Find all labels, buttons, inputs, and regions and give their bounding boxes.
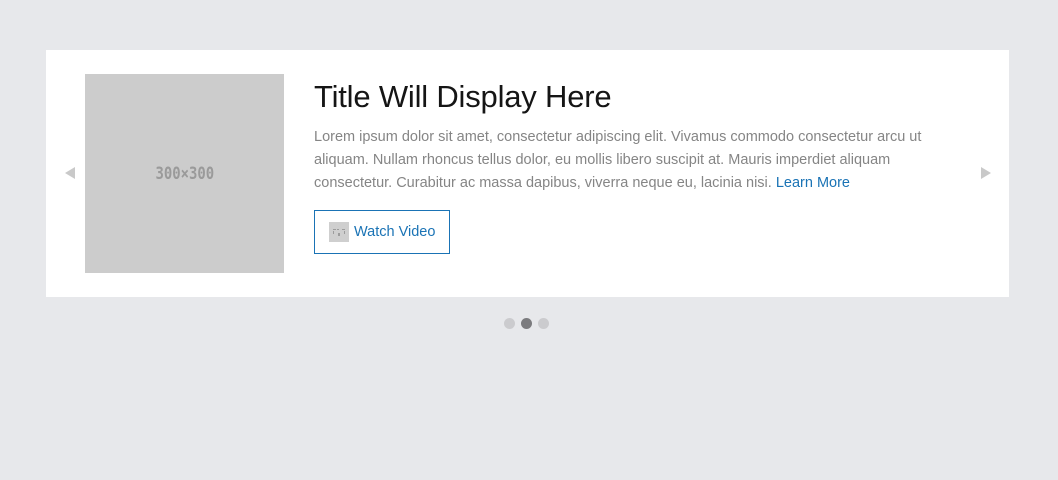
learn-more-link[interactable]: Learn More [776, 175, 850, 191]
watch-video-button[interactable]: Watch Video [314, 210, 451, 254]
slide-description: Lorem ipsum dolor sit amet, consectetur … [314, 126, 946, 195]
image-size-label: 300×300 [155, 163, 214, 184]
next-slide-button[interactable] [976, 163, 996, 183]
slide-content: Title Will Display Here Lorem ipsum dolo… [314, 78, 946, 254]
broken-image-icon [329, 222, 349, 242]
carousel-slide: 300×300 Title Will Display Here Lorem ip… [46, 50, 1009, 297]
pagination-dot[interactable] [521, 318, 532, 329]
watch-video-label: Watch Video [354, 224, 436, 240]
slide-title: Title Will Display Here [314, 79, 612, 114]
carousel-pagination [504, 318, 549, 329]
triangle-right-icon [981, 167, 991, 179]
pagination-dot[interactable] [538, 318, 549, 329]
triangle-left-icon [65, 167, 75, 179]
slide-image-placeholder: 300×300 [85, 74, 284, 273]
prev-slide-button[interactable] [60, 163, 80, 183]
pagination-dot[interactable] [504, 318, 515, 329]
